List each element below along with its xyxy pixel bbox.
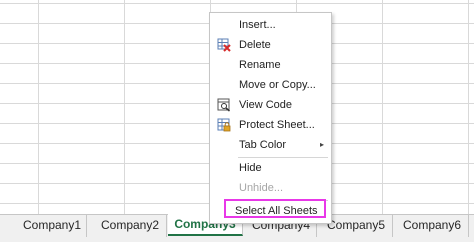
select-all-sheets-highlight — [224, 199, 326, 218]
menu-item-label: Unhide... — [239, 182, 284, 194]
menu-item-hide[interactable]: Hide — [211, 158, 330, 178]
delete-sheet-icon — [217, 38, 231, 52]
menu-item-rename[interactable]: Rename — [211, 55, 330, 75]
menu-item-unhide: Unhide... — [211, 178, 330, 198]
menu-item-move-or-copy[interactable]: Move or Copy... — [211, 75, 330, 95]
menu-item-tab-color[interactable]: Tab Color ▸ — [211, 135, 330, 155]
menu-item-protect-sheet[interactable]: Protect Sheet... — [211, 115, 330, 135]
view-code-icon — [217, 98, 231, 112]
menu-item-insert[interactable]: Insert... — [211, 15, 330, 35]
sheet-tab-company1[interactable]: Company1 — [18, 215, 87, 237]
protect-sheet-icon — [217, 118, 231, 132]
menu-item-label: Protect Sheet... — [239, 119, 315, 131]
menu-item-label: Move or Copy... — [239, 79, 316, 91]
menu-item-label: Hide — [239, 162, 262, 174]
menu-item-label: Delete — [239, 39, 271, 51]
submenu-arrow-icon: ▸ — [319, 140, 324, 149]
sheet-tab-company6[interactable]: Company6 — [396, 215, 469, 237]
menu-item-label: View Code — [239, 99, 292, 111]
menu-item-delete[interactable]: Delete — [211, 35, 330, 55]
menu-item-label: Tab Color — [239, 139, 287, 151]
menu-item-view-code[interactable]: View Code — [211, 95, 330, 115]
menu-item-label: Rename — [239, 59, 281, 71]
sheet-context-menu: Insert... Delete Rename Move or Copy... — [209, 12, 332, 224]
sheet-tab-company2[interactable]: Company2 — [94, 215, 167, 237]
menu-item-label: Insert... — [239, 19, 276, 31]
